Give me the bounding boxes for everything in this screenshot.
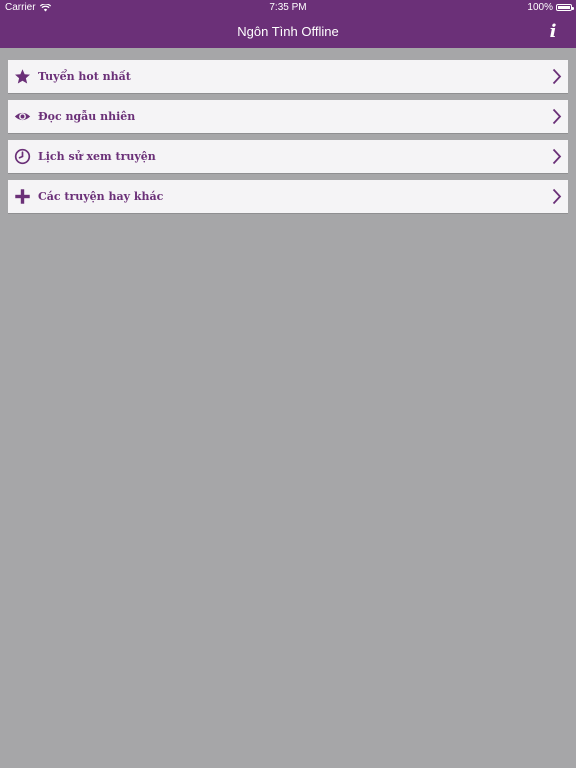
chevron-right-icon [552, 188, 562, 205]
chevron-right-icon [552, 148, 562, 165]
battery-icon [556, 4, 574, 11]
menu-item-history[interactable]: Lịch sử xem truyện [8, 140, 568, 173]
menu-item-more[interactable]: Các truyện hay khác [8, 180, 568, 213]
star-icon [15, 69, 30, 84]
chevron-right-icon [552, 68, 562, 85]
clock-icon [14, 148, 31, 165]
menu-item-label: Các truyện hay khác [38, 190, 164, 203]
status-bar: Carrier 7:35 PM 100% [0, 0, 576, 16]
menu-item-label: Tuyển hot nhất [38, 70, 131, 83]
battery-group: 100% [527, 2, 574, 13]
status-time: 7:35 PM [269, 2, 307, 13]
menu-item-label: Đọc ngẫu nhiên [38, 110, 136, 123]
menu-list: Tuyển hot nhất Đọc ngẫu nhiên Lịch sử xe… [8, 60, 568, 220]
menu-item-label: Lịch sử xem truyện [38, 150, 156, 163]
navigation-bar: Ngôn Tình Offline i [0, 16, 576, 48]
info-icon[interactable]: i [546, 21, 560, 43]
menu-item-hot[interactable]: Tuyển hot nhất [8, 60, 568, 93]
page-title: Ngôn Tình Offline [237, 24, 339, 39]
menu-item-random[interactable]: Đọc ngẫu nhiên [8, 100, 568, 133]
chevron-right-icon [552, 108, 562, 125]
eye-icon [14, 112, 31, 121]
battery-percent: 100% [527, 2, 553, 13]
plus-icon [15, 189, 30, 204]
